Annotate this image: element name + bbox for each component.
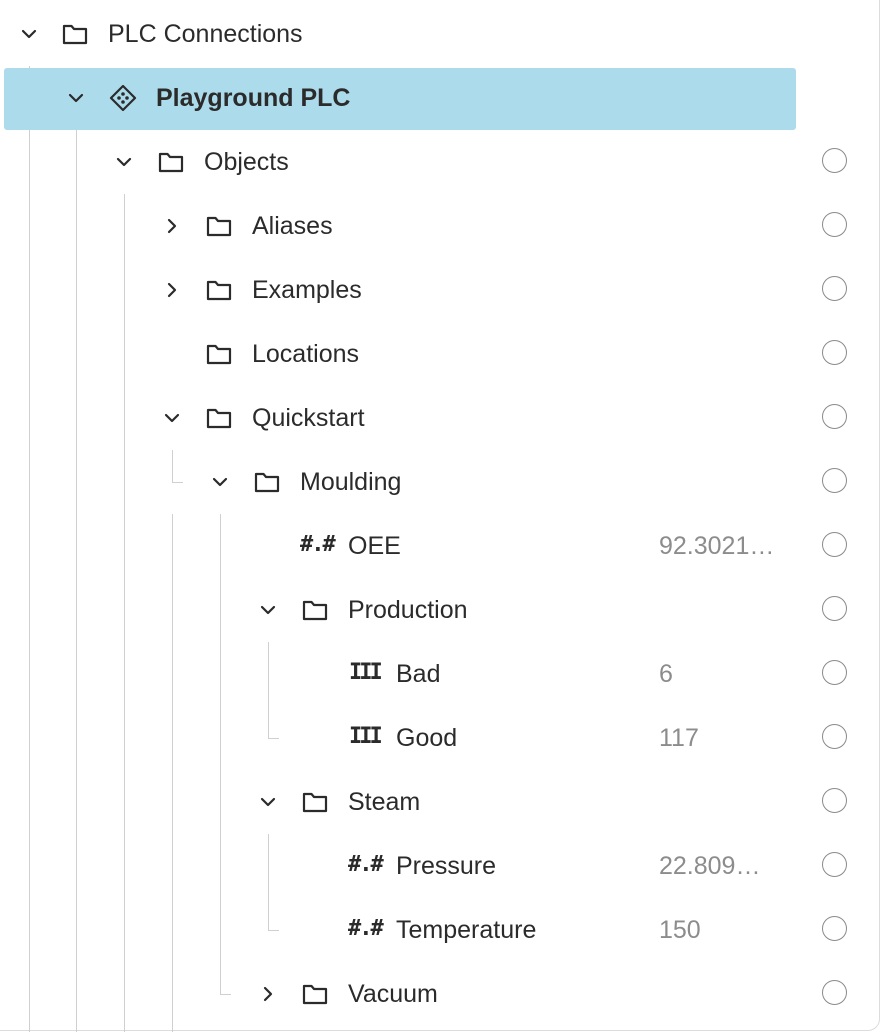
- tree-node-label: OEE: [348, 532, 401, 560]
- folder-icon: [206, 342, 232, 366]
- tree-node-good[interactable]: III Good 117: [0, 706, 881, 770]
- tree-node-label: Moulding: [300, 468, 402, 496]
- radio-circle-icon[interactable]: [822, 532, 847, 557]
- tree-node-label: Pressure: [396, 852, 497, 880]
- tree-node-playground-plc[interactable]: Playground PLC: [0, 66, 881, 130]
- folder-icon: [62, 22, 88, 46]
- chevron-right-icon[interactable]: [258, 984, 278, 1004]
- tree-node-production[interactable]: Production: [0, 578, 881, 642]
- integer-type-icon: III: [349, 660, 383, 685]
- tree-node-value: 22.8094444444: [659, 852, 769, 880]
- tree-node-label: Vacuum: [348, 980, 438, 1008]
- folder-icon: [254, 470, 280, 494]
- folder-icon: [302, 790, 328, 814]
- radio-circle-icon[interactable]: [822, 788, 847, 813]
- radio-circle-icon[interactable]: [822, 916, 847, 941]
- tree-node-vacuum[interactable]: Vacuum: [0, 962, 881, 1026]
- tree-node-label: Temperature: [396, 916, 537, 944]
- radio-circle-icon[interactable]: [822, 660, 847, 685]
- tree-node-moulding[interactable]: Moulding: [0, 450, 881, 514]
- tree-node-value: 117: [659, 724, 699, 752]
- radio-circle-icon[interactable]: [822, 724, 847, 749]
- chevron-right-icon[interactable]: [162, 216, 182, 236]
- tree-node-bad[interactable]: III Bad 6: [0, 642, 881, 706]
- chevron-down-icon[interactable]: [66, 88, 86, 108]
- integer-type-icon: III: [349, 724, 383, 749]
- chevron-down-icon[interactable]: [258, 600, 278, 620]
- plc-diamond-icon: [109, 84, 137, 112]
- folder-icon: [158, 150, 184, 174]
- radio-circle-icon[interactable]: [822, 212, 847, 237]
- tree-node-label: Quickstart: [252, 404, 365, 432]
- number-type-icon: #.#: [348, 852, 384, 877]
- chevron-down-icon[interactable]: [210, 472, 230, 492]
- tree-node-value: 6: [659, 660, 673, 688]
- tree-node-label: Objects: [204, 148, 289, 176]
- folder-icon: [206, 214, 232, 238]
- chevron-down-icon[interactable]: [162, 408, 182, 428]
- tree-node-quickstart[interactable]: Quickstart: [0, 386, 881, 450]
- chevron-down-icon[interactable]: [114, 152, 134, 172]
- number-type-icon: #.#: [300, 532, 336, 557]
- tree-node-label: Good: [396, 724, 458, 752]
- tree-node-examples[interactable]: Examples: [0, 258, 881, 322]
- radio-circle-icon[interactable]: [822, 980, 847, 1005]
- radio-circle-icon[interactable]: [822, 340, 847, 365]
- radio-circle-icon[interactable]: [822, 148, 847, 173]
- tree-node-locations[interactable]: Locations: [0, 322, 881, 386]
- tree-node-aliases[interactable]: Aliases: [0, 194, 881, 258]
- tree-node-label: Playground PLC: [156, 84, 351, 112]
- tree-node-oee[interactable]: #.# OEE 92.30214444444: [0, 514, 881, 578]
- tree-node-label: Locations: [252, 340, 360, 368]
- chevron-down-icon[interactable]: [258, 792, 278, 812]
- tree-node-plc-connections[interactable]: PLC Connections: [0, 2, 881, 66]
- folder-icon: [302, 598, 328, 622]
- tree-node-objects[interactable]: Objects: [0, 130, 881, 194]
- tree-node-value: 92.30214444444: [659, 532, 787, 560]
- radio-circle-icon[interactable]: [822, 468, 847, 493]
- folder-icon: [206, 406, 232, 430]
- radio-circle-icon[interactable]: [822, 852, 847, 877]
- tree-node-label: PLC Connections: [108, 20, 303, 48]
- folder-icon: [302, 982, 328, 1006]
- radio-circle-icon[interactable]: [822, 404, 847, 429]
- tree-node-temperature[interactable]: #.# Temperature 150: [0, 898, 881, 962]
- radio-circle-icon[interactable]: [822, 276, 847, 301]
- tree-node-label: Aliases: [252, 212, 333, 240]
- tree-node-steam[interactable]: Steam: [0, 770, 881, 834]
- radio-circle-icon[interactable]: [822, 596, 847, 621]
- tree-node-label: Bad: [396, 660, 441, 688]
- tree-node-label: Examples: [252, 276, 362, 304]
- number-type-icon: #.#: [348, 916, 384, 941]
- tree-node-pressure[interactable]: #.# Pressure 22.8094444444: [0, 834, 881, 898]
- tree-node-label: Production: [348, 596, 468, 624]
- chevron-right-icon[interactable]: [162, 280, 182, 300]
- chevron-down-icon[interactable]: [19, 24, 39, 44]
- folder-icon: [206, 278, 232, 302]
- tree-node-value: 150: [659, 916, 701, 944]
- tree-node-label: Steam: [348, 788, 421, 816]
